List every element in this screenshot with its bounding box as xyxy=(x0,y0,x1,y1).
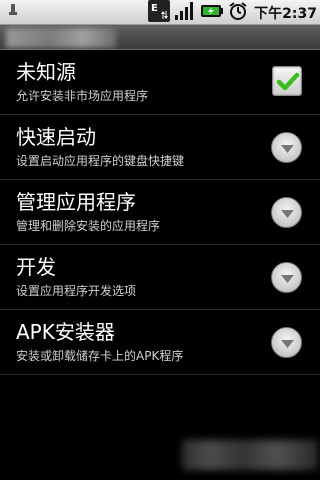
blurred-watermark xyxy=(182,440,318,470)
unknown-sources-checkbox[interactable] xyxy=(272,66,302,96)
clock: 下午2:37 xyxy=(254,5,317,22)
setting-title: 管理应用程序 xyxy=(16,190,136,214)
chevron-down-icon[interactable] xyxy=(271,132,302,163)
setting-subtitle: 允许安装非市场应用程序 xyxy=(16,89,149,103)
network-type-label: E xyxy=(151,3,158,14)
title-bar xyxy=(0,25,320,50)
data-transfer-icon: E xyxy=(148,0,171,26)
setting-title: 开发 xyxy=(16,255,56,279)
chevron-down-icon[interactable] xyxy=(271,262,302,293)
setting-subtitle: 设置启动应用程序的键盘快捷键 xyxy=(16,154,185,168)
setting-subtitle: 安装或卸载储存卡上的APK程序 xyxy=(16,349,184,363)
usb-icon xyxy=(6,2,20,16)
setting-title: APK安装器 xyxy=(16,320,115,344)
setting-development[interactable]: 开发 设置应用程序开发选项 xyxy=(0,245,320,310)
settings-list: 未知源 允许安装非市场应用程序 快速启动 设置启动应用程序的键盘快捷键 管理应用… xyxy=(0,50,320,375)
setting-title: 未知源 xyxy=(16,60,76,84)
check-icon xyxy=(276,72,300,91)
battery-charging-icon xyxy=(200,2,224,24)
setting-manage-applications[interactable]: 管理应用程序 管理和删除安装的应用程序 xyxy=(0,180,320,245)
setting-unknown-sources[interactable]: 未知源 允许安装非市场应用程序 xyxy=(0,50,320,115)
setting-quick-launch[interactable]: 快速启动 设置启动应用程序的键盘快捷键 xyxy=(0,115,320,180)
alarm-icon xyxy=(228,1,248,25)
chevron-down-icon[interactable] xyxy=(271,197,302,228)
blurred-title xyxy=(6,28,116,48)
setting-apk-installer[interactable]: APK安装器 安装或卸载储存卡上的APK程序 xyxy=(0,310,320,375)
setting-subtitle: 管理和删除安装的应用程序 xyxy=(16,219,161,233)
setting-subtitle: 设置应用程序开发选项 xyxy=(16,284,137,298)
status-bar: E 下午2:37 xyxy=(0,0,320,25)
signal-icon xyxy=(174,1,196,25)
chevron-down-icon[interactable] xyxy=(271,327,302,358)
setting-title: 快速启动 xyxy=(16,125,96,149)
